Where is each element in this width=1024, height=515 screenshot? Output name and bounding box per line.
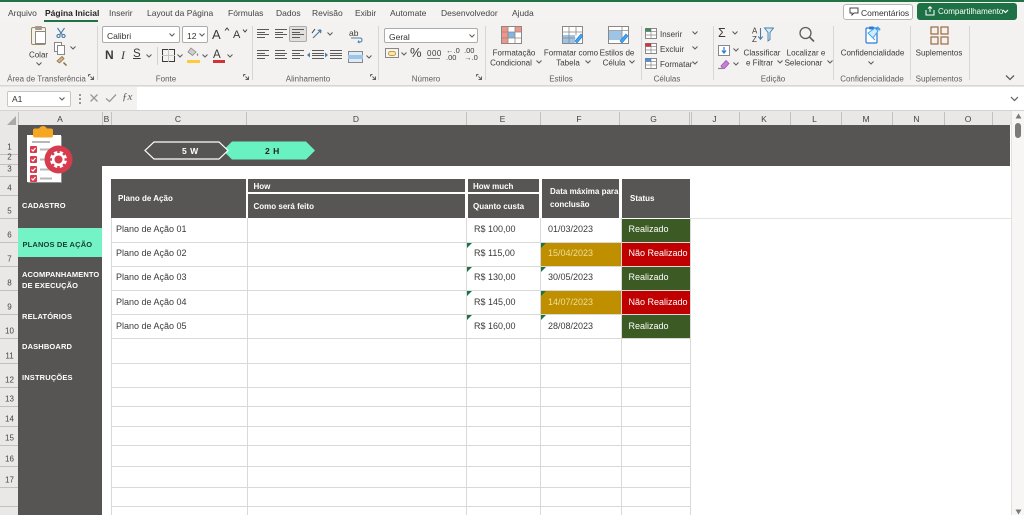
svg-text:Z: Z: [752, 35, 757, 43]
svg-text:2 H: 2 H: [265, 146, 280, 156]
svg-text:5 W: 5 W: [182, 146, 199, 156]
